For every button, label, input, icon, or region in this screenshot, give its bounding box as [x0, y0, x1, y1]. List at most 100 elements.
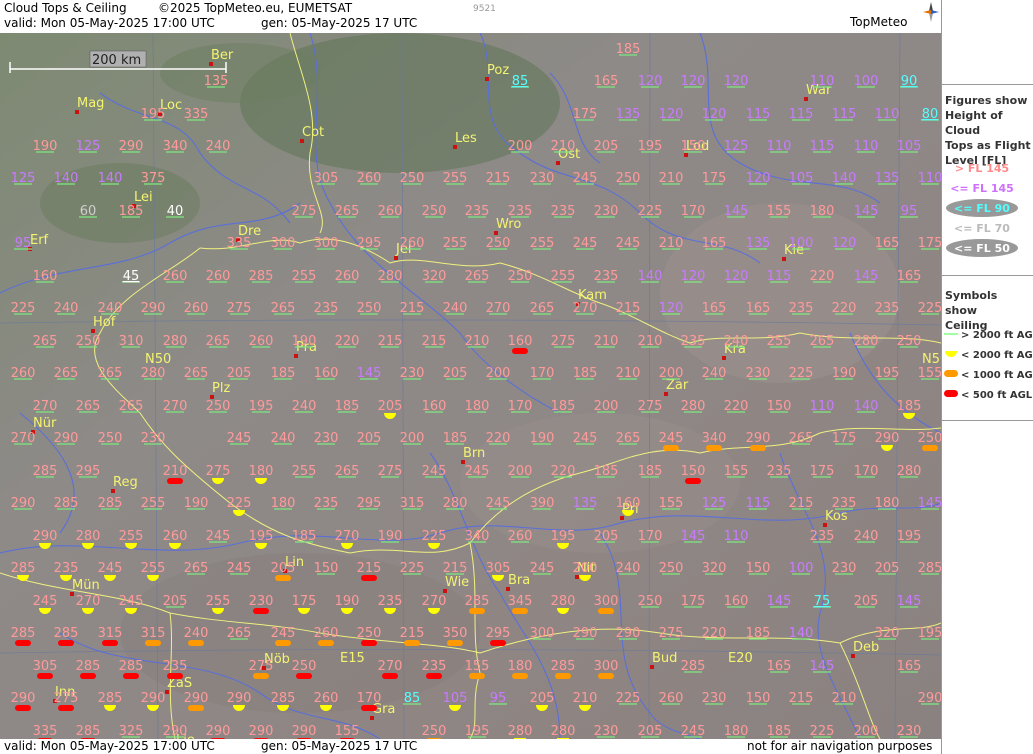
legend-divider-mid: [942, 275, 1033, 276]
flight-level-value: 105: [443, 691, 468, 706]
flight-level-value: 315: [98, 626, 123, 641]
flight-level-legend: > FL 145 <= FL 145 <= FL 90 <= FL 70 <= FL 5…: [946, 162, 1018, 257]
flight-level-value: 315: [141, 626, 166, 641]
flight-level-value: 225: [810, 724, 835, 739]
flight-level-value: 335: [227, 236, 252, 251]
flight-level-value: 190: [335, 594, 360, 609]
flight-level-value: 235: [378, 594, 403, 609]
flight-level-value: 165: [767, 659, 792, 674]
flight-level-value: 140: [98, 171, 123, 186]
flight-level-value: 295: [357, 236, 382, 251]
flight-level-value: 160: [724, 594, 749, 609]
flight-level-value: 250: [206, 399, 231, 414]
flight-level-value: 250: [400, 171, 425, 186]
flight-level-value: 250: [659, 561, 684, 576]
flight-level-value: 280: [551, 594, 576, 609]
flight-level-value: 240: [271, 431, 296, 446]
flight-level-value: 265: [184, 561, 209, 576]
flight-level-value: 240: [854, 529, 879, 544]
flight-level-value: 120: [746, 171, 771, 186]
flight-level-value: 245: [486, 496, 511, 511]
flight-level-value: 155: [335, 724, 360, 739]
flight-level-value: 120: [638, 74, 663, 89]
legend-heading: Figures show Height of Cloud Tops as Fli…: [945, 93, 1033, 168]
flight-level-value: 265: [98, 366, 123, 381]
flight-level-value: 175: [918, 236, 941, 251]
flight-level-value: 290: [573, 626, 598, 641]
flight-level-value: 275: [227, 301, 252, 316]
flight-level-value: 245: [530, 561, 555, 576]
flight-level-value: 290: [249, 724, 274, 739]
city-label: Cot: [302, 125, 324, 140]
flight-level-value: 250: [897, 334, 922, 349]
flight-level-value: 290: [875, 431, 900, 446]
flight-level-value: 245: [573, 236, 598, 251]
flight-level-value: 175: [810, 464, 835, 479]
flight-level-value: 200: [508, 139, 533, 154]
flight-level-value: 110: [724, 529, 749, 544]
flight-level-value: 235: [767, 464, 792, 479]
flight-level-value: 165: [746, 301, 771, 316]
flight-level-value: 280: [163, 334, 188, 349]
flight-level-value: 290: [206, 724, 231, 739]
ceiling-legend-pill: [944, 370, 958, 377]
city-label: Reg: [113, 475, 138, 490]
flight-level-value: 230: [249, 594, 274, 609]
map-canvas: 200 km BerPozWarMag LocCot LesOstLodLeiWro…: [0, 33, 941, 739]
satellite-map[interactable]: 200 km Ber Poz War Mag Loc Cot Les Ost Lod Lei Wro…: [0, 33, 941, 739]
flight-level-value: 160: [508, 334, 533, 349]
flight-level-value: 250: [638, 594, 663, 609]
flight-level-value: 225: [638, 204, 663, 219]
flight-level-value: 235: [54, 561, 79, 576]
flight-level-value: 375: [141, 171, 166, 186]
flight-level-value: 175: [292, 594, 317, 609]
city-label: Wie: [445, 575, 469, 590]
flight-level-value: 115: [746, 496, 771, 511]
flight-level-value: 205: [638, 724, 663, 739]
flight-level-value: 120: [681, 269, 706, 284]
flight-level-value: 230: [594, 204, 619, 219]
flight-level-value: 185: [119, 204, 144, 219]
flight-level-value: 270: [76, 594, 101, 609]
flight-level-value: 140: [789, 626, 814, 641]
flight-level-value: 240: [98, 301, 123, 316]
generated-time: gen: 05-May-2025 17 UTC: [261, 16, 418, 30]
flight-level-value: 300: [594, 659, 619, 674]
flight-level-value: 285: [119, 659, 144, 674]
flight-level-value: 250: [918, 431, 941, 446]
city-label: Deb: [853, 640, 879, 655]
flight-level-value: 145: [810, 659, 835, 674]
flight-level-value: 230: [594, 724, 619, 739]
flight-level-value: 235: [314, 496, 339, 511]
header-bar: Cloud Tops & Ceiling ©2025 TopMeteo.eu, …: [0, 0, 941, 33]
flight-level-value: 110: [767, 139, 792, 154]
flight-level-value: 215: [789, 691, 814, 706]
flight-level-value: 260: [184, 301, 209, 316]
flight-level-value: 160: [314, 366, 339, 381]
flight-level-value: 285: [551, 659, 576, 674]
map-title: Cloud Tops & Ceiling: [4, 1, 127, 15]
flight-level-value: 265: [33, 334, 58, 349]
flight-level-value: 225: [11, 301, 36, 316]
flight-level-value: 190: [530, 431, 555, 446]
flight-level-value: 145: [767, 594, 792, 609]
flight-level-value: 115: [746, 107, 771, 122]
city-label: Erf: [30, 233, 49, 248]
flight-level-value: 145: [854, 269, 879, 284]
city-marker: N50: [922, 352, 941, 367]
flight-level-value: 150: [746, 691, 771, 706]
flight-level-value: 285: [918, 561, 941, 576]
legend-divider-top: [942, 84, 1033, 85]
flight-level-value: 290: [141, 691, 166, 706]
flight-level-value: 245: [206, 529, 231, 544]
flight-level-value: 215: [378, 334, 403, 349]
flight-level-value: 235: [551, 204, 576, 219]
flight-level-value: 180: [875, 496, 900, 511]
flight-level-value: 230: [141, 431, 166, 446]
flight-level-value: 180: [810, 204, 835, 219]
flight-level-value: 280: [508, 724, 533, 739]
flight-level-value: 265: [227, 626, 252, 641]
flight-level-value: 200: [573, 561, 598, 576]
flight-level-value: 205: [227, 366, 252, 381]
flight-level-value: 220: [810, 269, 835, 284]
